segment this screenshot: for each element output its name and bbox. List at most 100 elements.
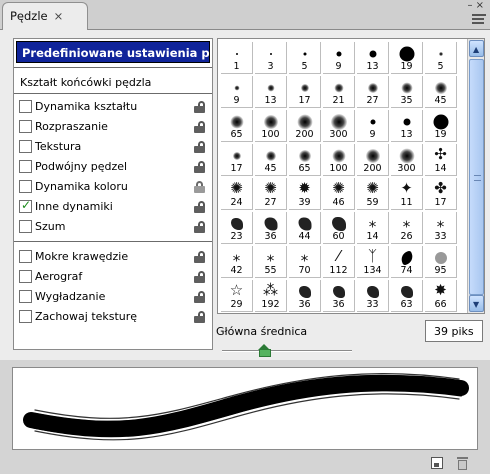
option-checkbox[interactable] — [19, 100, 32, 113]
brush-tip-cell[interactable]: ✺ 24 — [221, 178, 253, 210]
brush-tip-cell[interactable]: ⁎ 14 — [357, 212, 389, 244]
brush-tip-cell[interactable]: 13 — [255, 76, 287, 108]
brush-tip-cell[interactable]: ⁎ 55 — [255, 246, 287, 278]
brush-option-row[interactable]: Mokre krawędzie — [19, 247, 209, 267]
scroll-thumb[interactable] — [469, 59, 484, 295]
unlock-icon[interactable] — [194, 311, 205, 323]
master-diameter-input[interactable]: 39 piks — [425, 320, 483, 342]
option-checkbox[interactable]: ✓ — [19, 198, 32, 213]
brush-tip-cell[interactable]: ⁎ 26 — [391, 212, 423, 244]
brush-option-row[interactable]: Tekstura — [19, 137, 209, 157]
option-checkbox[interactable] — [19, 250, 32, 263]
brush-tip-cell[interactable]: 21 — [323, 76, 355, 108]
brush-tip-cell[interactable]: ✺ 46 — [323, 178, 355, 210]
brush-tip-shape-item[interactable]: Kształt końcówki pędzla — [20, 76, 151, 89]
brush-tip-cell[interactable]: 63 — [391, 280, 423, 312]
brush-tip-cell[interactable]: 5 — [289, 42, 321, 74]
brush-tip-cell[interactable]: ✤ 17 — [425, 178, 457, 210]
brush-option-row[interactable]: Szum — [19, 217, 209, 237]
brush-option-row[interactable]: Aerograf — [19, 267, 209, 287]
brush-option-row[interactable]: Dynamika koloru — [19, 177, 209, 197]
brush-tip-cell[interactable]: 300 — [391, 144, 423, 176]
unlock-icon[interactable] — [194, 221, 205, 233]
panel-menu-icon[interactable] — [472, 14, 486, 26]
new-brush-preset-icon[interactable] — [431, 457, 443, 469]
option-checkbox[interactable] — [19, 220, 32, 233]
brush-tip-cell[interactable]: 27 — [357, 76, 389, 108]
unlock-icon[interactable] — [194, 141, 205, 153]
brush-tip-cell[interactable]: ☆ 29 — [221, 280, 253, 312]
lock-icon[interactable] — [194, 181, 205, 193]
brush-tip-cell[interactable]: ⁎ 70 — [289, 246, 321, 278]
brush-option-row[interactable]: Zachowaj teksturę — [19, 307, 209, 327]
brush-option-row[interactable]: Dynamika kształtu — [19, 97, 209, 117]
diameter-slider-track[interactable] — [222, 350, 352, 352]
unlock-icon[interactable] — [194, 121, 205, 133]
scroll-down-button[interactable]: ▼ — [469, 295, 484, 312]
brush-tip-cell[interactable]: 300 — [323, 110, 355, 142]
brush-tip-cell[interactable]: 100 — [323, 144, 355, 176]
brush-tip-cell[interactable]: ✸ 66 — [425, 280, 457, 312]
brush-tip-cell[interactable]: 44 — [289, 212, 321, 244]
brush-tip-cell[interactable]: ⁎ 33 — [425, 212, 457, 244]
unlock-icon[interactable] — [194, 291, 205, 303]
option-checkbox[interactable] — [19, 270, 32, 283]
brush-tip-cell[interactable]: 95 — [425, 246, 457, 278]
brush-tip-cell[interactable]: 17 — [289, 76, 321, 108]
diameter-slider-thumb[interactable] — [257, 344, 271, 357]
unlock-icon[interactable] — [194, 271, 205, 283]
brush-tip-cell[interactable]: 100 — [255, 110, 287, 142]
brush-option-row[interactable]: Podwójny pędzel — [19, 157, 209, 177]
brush-tip-cell[interactable]: 3 — [255, 42, 287, 74]
trash-icon[interactable] — [457, 457, 468, 470]
option-checkbox[interactable] — [19, 120, 32, 133]
brush-tip-cell[interactable]: ⁎ 42 — [221, 246, 253, 278]
brush-tip-cell[interactable]: 60 — [323, 212, 355, 244]
brush-tip-cell[interactable]: 200 — [357, 144, 389, 176]
brush-tip-cell[interactable]: 45 — [255, 144, 287, 176]
brush-tip-cell[interactable]: 74 — [391, 246, 423, 278]
brush-tip-cell[interactable]: 33 — [357, 280, 389, 312]
brush-tip-cell[interactable]: 9 — [221, 76, 253, 108]
brush-tip-cell[interactable]: 200 — [289, 110, 321, 142]
brush-tip-cell[interactable]: ⁄ 112 — [323, 246, 355, 278]
brush-tip-cell[interactable]: 13 — [357, 42, 389, 74]
brush-tip-cell[interactable]: 35 — [391, 76, 423, 108]
unlock-icon[interactable] — [194, 101, 205, 113]
brush-tip-cell[interactable]: 5 — [425, 42, 457, 74]
option-checkbox[interactable] — [19, 290, 32, 303]
brush-tip-cell[interactable]: 9 — [357, 110, 389, 142]
brush-tip-cell[interactable]: ✺ 59 — [357, 178, 389, 210]
brush-tip-cell[interactable]: 9 — [323, 42, 355, 74]
brush-tip-cell[interactable]: 45 — [425, 76, 457, 108]
brush-tip-cell[interactable]: ᛉ 134 — [357, 246, 389, 278]
brush-tip-cell[interactable]: 36 — [323, 280, 355, 312]
option-checkbox[interactable] — [19, 140, 32, 153]
option-checkbox[interactable] — [19, 180, 32, 193]
close-icon[interactable]: × — [54, 9, 64, 23]
brush-tip-cell[interactable]: ✣ 14 — [425, 144, 457, 176]
brush-presets-item[interactable]: Predefiniowane ustawienia pędzla — [16, 41, 210, 63]
brush-tip-cell[interactable]: ✦ 11 — [391, 178, 423, 210]
brush-tip-cell[interactable]: 36 — [255, 212, 287, 244]
brush-tip-cell[interactable]: 65 — [289, 144, 321, 176]
option-checkbox[interactable] — [19, 310, 32, 323]
brush-tip-cell[interactable]: 36 — [289, 280, 321, 312]
brush-tip-cell[interactable]: 1 — [221, 42, 253, 74]
brush-tip-cell[interactable]: 19 — [391, 42, 423, 74]
brush-tip-cell[interactable]: 17 — [221, 144, 253, 176]
option-checkbox[interactable] — [19, 160, 32, 173]
unlock-icon[interactable] — [194, 251, 205, 263]
tab-brushes[interactable]: Pędzle × — [2, 2, 88, 30]
unlock-icon[interactable] — [194, 161, 205, 173]
brush-option-row[interactable]: Rozpraszanie — [19, 117, 209, 137]
brush-tip-cell[interactable]: ✺ 27 — [255, 178, 287, 210]
brush-tip-cell[interactable]: 19 — [425, 110, 457, 142]
brush-tip-cell[interactable]: 23 — [221, 212, 253, 244]
brush-tip-cell[interactable]: ✹ 39 — [289, 178, 321, 210]
unlock-icon[interactable] — [194, 201, 205, 213]
collapse-icon[interactable]: – × — [467, 1, 484, 11]
grid-scrollbar[interactable]: ▲ ▼ — [467, 39, 484, 313]
brush-option-row[interactable]: ✓ Inne dynamiki — [19, 197, 209, 217]
brush-option-row[interactable]: Wygładzanie — [19, 287, 209, 307]
